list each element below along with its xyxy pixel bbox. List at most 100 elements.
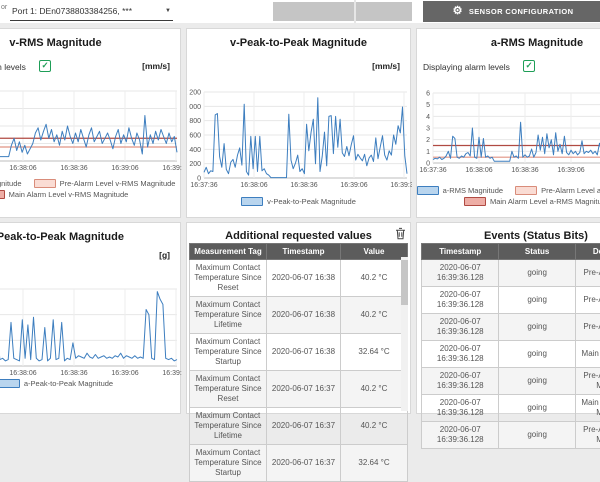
events-table: TimestampStatusDescription 2020-06-07 16… — [421, 243, 600, 449]
svg-text:800: 800 — [189, 118, 201, 125]
legend-item: v-RMS Magnitude — [0, 179, 22, 188]
cell-description: Pre-Alarm a-Peak Magnitude — [575, 422, 600, 449]
cell-value: 40.2 °C — [341, 408, 408, 445]
cell-description: Pre-Alarm a-RMS — [575, 314, 600, 341]
legend-swatch-pre — [34, 179, 56, 188]
panel-v-peak: v-Peak-to-Peak Magnitude [mm/s] 02004006… — [186, 28, 411, 218]
cell-description: Main Alarm v-RMS — [575, 341, 600, 368]
check-icon: ✓ — [524, 61, 534, 70]
legend-item: Pre-Alarm Level a-RMS Magnitude — [515, 186, 600, 195]
svg-text:2: 2 — [426, 137, 430, 144]
table-row: 2020-06-07 16:39:36.128goingMain Alarm a… — [422, 395, 600, 422]
cell-description: Main Alarm a-RMS Magnitude — [575, 395, 600, 422]
column-header-timestamp: Timestamp — [422, 244, 499, 260]
line-chart-a-rms[interactable]: 012345616:37:3616:38:0616:38:3616:39:061… — [417, 75, 600, 195]
svg-text:16:38:36: 16:38:36 — [290, 182, 317, 189]
svg-text:1 200: 1 200 — [187, 90, 201, 97]
cell-description: Pre-Alarm a-RMS Magnitude — [575, 368, 600, 395]
table-row: Maximum Contact Temperature Since Reset2… — [190, 260, 408, 297]
table-row: 2020-06-07 16:39:36.128goingPre-Alarm v-… — [422, 287, 600, 314]
column-header-timestamp: Timestamp — [267, 244, 341, 260]
cell-timestamp: 2020-06-07 16:37 — [267, 408, 341, 445]
svg-text:16:38:06: 16:38:06 — [465, 167, 492, 174]
svg-text:16:37:36: 16:37:36 — [419, 167, 446, 174]
chart-legend: v-Peak-to-Peak Magnitude — [187, 197, 410, 206]
svg-text:16:39:36: 16:39:36 — [390, 182, 412, 189]
legend-swatch-main — [464, 197, 486, 206]
scrollbar-thumb[interactable] — [401, 260, 408, 305]
legend-item: a-Peak-to-Peak Magnitude — [0, 379, 113, 388]
line-chart-v-rms[interactable]: 16:37:3616:38:0616:38:3616:39:0616:39:36 — [0, 75, 182, 195]
port-select-dropdown[interactable]: Port 1: DEn0738803384256, *** ▼ — [10, 2, 173, 21]
svg-text:16:39:06: 16:39:06 — [340, 182, 367, 189]
legend-label: Main Alarm Level a-RMS Magnitude — [490, 197, 600, 206]
legend-label: Pre-Alarm Level v-RMS Magnitude — [60, 179, 176, 188]
svg-text:3: 3 — [426, 126, 430, 133]
cell-value: 40.2 °C — [341, 371, 408, 408]
svg-text:200: 200 — [189, 161, 201, 168]
legend-swatch-pre — [515, 186, 537, 195]
table-header-row: Measurement TagTimestampValue — [190, 244, 408, 260]
panel-v-rms: v-RMS Magnitude Displaying alarm levels … — [0, 28, 181, 218]
check-icon: ✓ — [40, 61, 50, 70]
svg-text:400: 400 — [189, 147, 201, 154]
cell-measurement-tag: Maximum Contact Temperature Since Lifeti… — [190, 408, 267, 445]
toolbar-divider — [354, 0, 356, 23]
cell-timestamp: 2020-06-07 16:38 — [267, 297, 341, 334]
panel-title: a-Peak-to-Peak Magnitude — [0, 231, 180, 243]
unit-label: [g] — [159, 250, 170, 260]
table-row: Maximum Contact Temperature Since Startu… — [190, 445, 408, 482]
table-row: Maximum Contact Temperature Since Lifeti… — [190, 408, 408, 445]
line-chart-v-peak[interactable]: 02004006008001 0001 20016:37:3616:38:061… — [187, 75, 412, 200]
svg-text:16:38:36: 16:38:36 — [60, 370, 87, 377]
legend-label: a-RMS Magnitude — [443, 186, 503, 195]
cell-measurement-tag: Maximum Contact Temperature Since Reset — [190, 260, 267, 297]
legend-label: v-RMS Magnitude — [0, 179, 22, 188]
panel-a-peak: a-Peak-to-Peak Magnitude [g] 16:37:3616:… — [0, 222, 181, 414]
scrollbar-track[interactable] — [401, 257, 408, 411]
table-row: Maximum Contact Temperature Since Lifeti… — [190, 297, 408, 334]
cell-timestamp: 2020-06-07 16:38 — [267, 334, 341, 371]
legend-item: a-RMS Magnitude — [417, 186, 503, 195]
cell-value: 40.2 °C — [341, 297, 408, 334]
column-header-value: Value — [341, 244, 408, 260]
svg-text:16:39:06: 16:39:06 — [111, 165, 138, 172]
svg-text:6: 6 — [426, 91, 430, 98]
cell-measurement-tag: Maximum Contact Temperature Since Lifeti… — [190, 297, 267, 334]
legend-item: Pre-Alarm Level v-RMS Magnitude — [34, 179, 176, 188]
table-row: Maximum Contact Temperature Since Startu… — [190, 334, 408, 371]
alarm-levels-checkbox[interactable]: ✓ — [39, 60, 51, 72]
svg-text:16:39:36: 16:39:36 — [162, 370, 182, 377]
panel-events: Events (Status Bits) TimestampStatusDesc… — [416, 222, 600, 414]
table-row: 2020-06-07 16:39:36.128goingPre-Alarm v-… — [422, 260, 600, 287]
alarm-levels-label: Displaying alarm levels — [423, 62, 510, 72]
table-header-row: TimestampStatusDescription — [422, 244, 600, 260]
legend-swatch-series — [417, 186, 439, 195]
legend-label: v-Peak-to-Peak Magnitude — [267, 197, 356, 206]
disabled-placeholder-button[interactable] — [273, 2, 412, 21]
svg-text:16:39:06: 16:39:06 — [557, 167, 584, 174]
cell-timestamp: 2020-06-07 16:39:36.128 — [422, 287, 499, 314]
svg-text:16:38:06: 16:38:06 — [240, 182, 267, 189]
cell-timestamp: 2020-06-07 16:39:36.128 — [422, 314, 499, 341]
cell-description: Pre-Alarm v-RMS — [575, 260, 600, 287]
svg-text:16:39:06: 16:39:06 — [111, 370, 138, 377]
table-row: 2020-06-07 16:39:36.128goingPre-Alarm a-… — [422, 368, 600, 395]
cell-description: Pre-Alarm v-Peak — [575, 287, 600, 314]
cell-measurement-tag: Maximum Contact Temperature Since Reset — [190, 371, 267, 408]
sensor-configuration-button[interactable]: ⚙ SENSOR CONFIGURATION — [423, 1, 600, 22]
svg-text:16:38:36: 16:38:36 — [511, 167, 538, 174]
svg-text:600: 600 — [189, 133, 201, 140]
panel-title: Additional requested values — [187, 230, 410, 242]
chart-legend: a-RMS Magnitude Pre-Alarm Level a-RMS Mag… — [417, 186, 600, 206]
alarm-levels-checkbox[interactable]: ✓ — [523, 60, 535, 72]
cell-measurement-tag: Maximum Contact Temperature Since Startu… — [190, 334, 267, 371]
chart-legend: a-Peak-to-Peak Magnitude — [0, 379, 180, 388]
panel-title: v-RMS Magnitude — [0, 37, 180, 49]
legend-swatch-series — [241, 197, 263, 206]
svg-text:4: 4 — [426, 114, 430, 121]
cell-measurement-tag: Maximum Contact Temperature Since Startu… — [190, 445, 267, 482]
legend-item: Main Alarm Level a-RMS Magnitude — [464, 197, 600, 206]
svg-text:16:38:06: 16:38:06 — [9, 370, 36, 377]
column-header-measurement-tag: Measurement Tag — [190, 244, 267, 260]
